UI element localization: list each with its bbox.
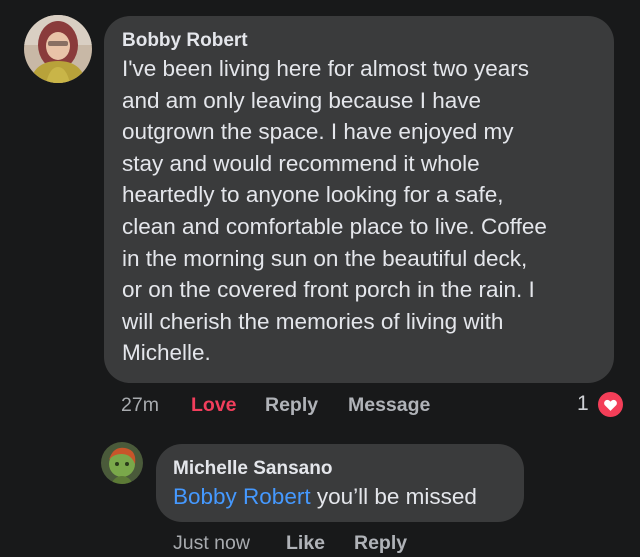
comment-actions: 27m Love Reply Message [0,393,640,419]
avatar-michelle-sansano[interactable] [101,442,143,484]
reply-button[interactable]: Reply [265,393,318,417]
reply-bubble: Michelle Sansano Bobby Robert you’ll be … [156,444,524,522]
like-button[interactable]: Like [286,531,325,555]
reaction-count[interactable]: 1 [577,391,589,417]
message-button[interactable]: Message [348,393,430,417]
reply-timestamp[interactable]: Just now [173,531,250,555]
comment-author[interactable]: Bobby Robert [122,28,594,53]
comment-timestamp[interactable]: 27m [121,393,159,417]
heart-icon [604,399,617,411]
love-button[interactable]: Love [191,393,237,417]
avatar-bobby-robert[interactable] [24,15,92,83]
reply-actions: Just now Like Reply [0,531,640,557]
reply-text: Bobby Robert you’ll be missed [173,481,506,512]
reply-author[interactable]: Michelle Sansano [173,456,506,481]
mention-link[interactable]: Bobby Robert [173,484,311,509]
reply-reply-button[interactable]: Reply [354,531,407,555]
heart-reaction-badge[interactable] [596,390,625,419]
comment-bubble: Bobby Robert I've been living here for a… [104,16,614,383]
comment-text: I've been living here for almost two yea… [122,56,547,366]
reply-message: you’ll be missed [310,484,477,509]
